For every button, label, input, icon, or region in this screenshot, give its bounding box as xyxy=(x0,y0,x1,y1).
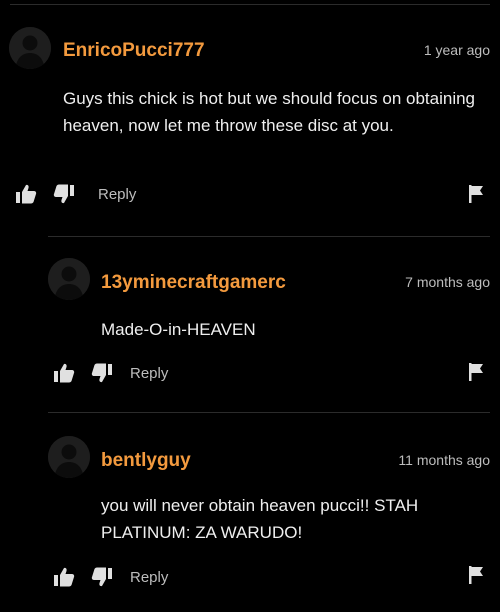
comment-actions: Reply xyxy=(14,182,136,206)
thumbs-down-icon[interactable] xyxy=(90,362,114,384)
thumbs-up-icon[interactable] xyxy=(52,566,76,588)
thumbs-down-icon[interactable] xyxy=(90,566,114,588)
flag-icon[interactable] xyxy=(466,184,486,204)
username[interactable]: EnricoPucci777 xyxy=(63,40,205,62)
default-avatar-icon xyxy=(9,27,51,69)
comment-text: you will never obtain heaven pucci!! STA… xyxy=(101,496,419,542)
default-avatar-icon xyxy=(48,436,90,478)
username[interactable]: 13yminecraftgamerc xyxy=(101,272,286,294)
avatar[interactable] xyxy=(48,258,90,300)
comment-text: Made-O-in-HEAVEN xyxy=(101,320,256,339)
avatar[interactable] xyxy=(9,27,51,69)
comment-reply: 13yminecraftgamerc 7 months ago Made-O-i… xyxy=(0,236,500,412)
reply-button[interactable]: Reply xyxy=(130,569,168,586)
reply-button[interactable]: Reply xyxy=(130,365,168,382)
default-avatar-icon xyxy=(48,258,90,300)
flag-icon[interactable] xyxy=(466,362,486,382)
flag-icon[interactable] xyxy=(466,565,486,585)
timestamp: 1 year ago xyxy=(423,42,490,58)
avatar[interactable] xyxy=(48,436,90,478)
thumbs-down-icon[interactable] xyxy=(52,183,76,205)
username[interactable]: bentlyguy xyxy=(101,450,191,472)
reply-button[interactable]: Reply xyxy=(98,186,136,203)
timestamp: 11 months ago xyxy=(398,452,490,468)
comment-text: Guys this chick is hot but we should foc… xyxy=(63,89,476,135)
comment-reply: bentlyguy 11 months ago you will never o… xyxy=(0,412,500,612)
comment-actions: Reply xyxy=(52,565,168,589)
comment-actions: Reply xyxy=(52,361,168,385)
thumbs-up-icon[interactable] xyxy=(14,183,38,205)
timestamp: 7 months ago xyxy=(405,274,490,290)
comment: EnricoPucci777 1 year ago Guys this chic… xyxy=(0,0,500,236)
thumbs-up-icon[interactable] xyxy=(52,362,76,384)
